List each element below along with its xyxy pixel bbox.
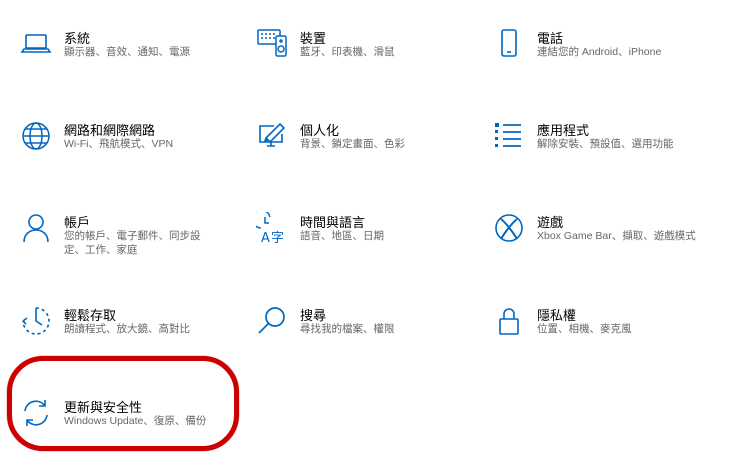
- personalization-icon: [256, 120, 288, 152]
- tile-devices[interactable]: 裝置 藍牙、印表機、滑鼠: [256, 28, 476, 88]
- tile-description: 連結您的 Android、iPhone: [537, 46, 662, 58]
- tile-accounts[interactable]: 帳戶 您的帳戶、電子郵件、同步設定、工作、家庭: [20, 212, 240, 272]
- person-icon: [20, 212, 52, 244]
- apps-icon: [493, 120, 525, 152]
- tile-system[interactable]: 系統 顯示器、音效、通知、電源: [20, 28, 240, 88]
- tile-description: 尋找我的檔案、權限: [300, 323, 395, 335]
- lock-icon: [493, 305, 525, 337]
- tile-description: Wi-Fi、飛航模式、VPN: [64, 138, 174, 150]
- tile-description: 藍牙、印表機、滑鼠: [300, 46, 395, 58]
- tile-gaming[interactable]: 遊戲 Xbox Game Bar、擷取、遊戲模式: [493, 212, 713, 272]
- svg-text:A: A: [261, 231, 270, 244]
- tile-description: 朗讀程式、放大鏡、高對比: [64, 323, 190, 335]
- devices-icon: [256, 28, 288, 60]
- tile-apps[interactable]: 應用程式 解除安裝、預設值、選用功能: [493, 120, 713, 180]
- tile-update-security[interactable]: 更新與安全性 Windows Update、復原、備份: [20, 397, 240, 457]
- tile-description: 語音、地區、日期: [300, 230, 384, 242]
- tile-phone[interactable]: 電話 連結您的 Android、iPhone: [493, 28, 713, 88]
- globe-icon: [20, 120, 52, 152]
- tile-description: 您的帳戶、電子郵件、同步設定、工作、家庭: [64, 230, 201, 256]
- tile-description: 背景、鎖定畫面、色彩: [300, 138, 405, 150]
- ease-of-access-icon: [20, 305, 52, 337]
- tile-description: Windows Update、復原、備份: [64, 415, 207, 427]
- svg-text:字: 字: [271, 231, 284, 244]
- time-language-icon: A 字: [256, 212, 288, 244]
- phone-icon: [493, 28, 525, 60]
- tile-description: 顯示器、音效、通知、電源: [64, 46, 190, 58]
- update-icon: [20, 397, 52, 429]
- tile-search[interactable]: 搜尋 尋找我的檔案、權限: [256, 305, 476, 365]
- laptop-icon: [20, 28, 52, 60]
- tile-description: Xbox Game Bar、擷取、遊戲模式: [537, 230, 696, 242]
- tile-description: 位置、相機、麥克風: [537, 323, 632, 335]
- tile-personalization[interactable]: 個人化 背景、鎖定畫面、色彩: [256, 120, 476, 180]
- tile-network[interactable]: 網路和網際網路 Wi-Fi、飛航模式、VPN: [20, 120, 240, 180]
- tile-time-language[interactable]: A 字 時間與語言 語音、地區、日期: [256, 212, 476, 272]
- xbox-icon: [493, 212, 525, 244]
- search-icon: [256, 305, 288, 337]
- tile-privacy[interactable]: 隱私權 位置、相機、麥克風: [493, 305, 713, 365]
- tile-ease-of-access[interactable]: 輕鬆存取 朗讀程式、放大鏡、高對比: [20, 305, 240, 365]
- tile-description: 解除安裝、預設值、選用功能: [537, 138, 674, 150]
